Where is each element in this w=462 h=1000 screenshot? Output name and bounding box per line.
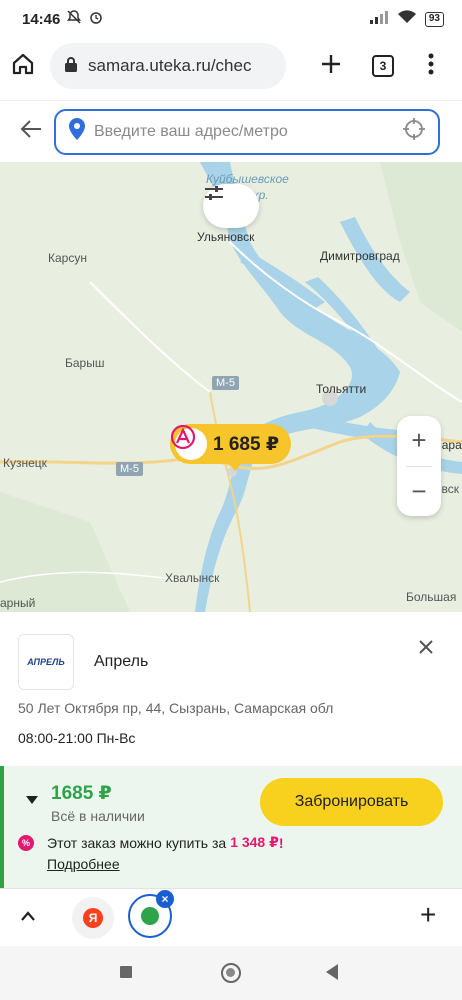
browser-bottom-panel: Я × + bbox=[0, 888, 462, 946]
home-icon[interactable] bbox=[10, 51, 36, 82]
back-nav-icon[interactable] bbox=[326, 964, 338, 980]
pharmacy-logo: АПРЕЛЬ bbox=[18, 634, 74, 690]
map-label-khvalynsk: Хвалынск bbox=[165, 571, 220, 585]
pharmacy-name: Апрель bbox=[94, 653, 149, 670]
address-search-row bbox=[0, 100, 462, 162]
back-arrow-icon[interactable] bbox=[20, 120, 42, 143]
address-bar[interactable]: samara.uteka.ru/chec bbox=[50, 43, 286, 89]
yandex-tab-button[interactable]: Я bbox=[72, 897, 114, 939]
more-details-link[interactable]: Подробнее bbox=[47, 856, 120, 872]
expand-caret-icon[interactable] bbox=[26, 796, 38, 804]
map-label-bolshaya: Большая bbox=[406, 590, 457, 604]
lock-icon bbox=[64, 56, 78, 77]
pharmacy-address: 50 Лет Октября пр, 44, Сызрань, Самарска… bbox=[18, 700, 334, 716]
pharmacy-card: АПРЕЛЬ Апрель 50 Лет Октября пр, 44, Сыз… bbox=[0, 612, 462, 762]
yandex-logo-icon: Я bbox=[83, 908, 103, 928]
offer-price: 1685 ₽ bbox=[51, 783, 112, 804]
close-card-icon[interactable] bbox=[418, 636, 434, 660]
add-tab-icon[interactable]: + bbox=[420, 899, 436, 931]
road-badge-m5-west: М-5 bbox=[116, 462, 143, 476]
tab-switcher-button[interactable]: 3 bbox=[372, 55, 394, 77]
zoom-controls: + − bbox=[397, 416, 441, 516]
recents-icon[interactable] bbox=[120, 966, 132, 978]
address-search-field[interactable] bbox=[54, 108, 440, 155]
stock-status: Всё в наличии bbox=[51, 808, 145, 824]
map-label-left-edge: арный bbox=[0, 596, 36, 610]
pharmacy-logo-text: АПРЕЛЬ bbox=[27, 657, 65, 667]
map-label-togliatti: Тольятти bbox=[316, 382, 367, 396]
silent-icon bbox=[66, 9, 82, 29]
promo-suffix: ! bbox=[278, 834, 284, 851]
promo-text: Этот заказ можно купить за bbox=[47, 834, 227, 851]
url-text: samara.uteka.ru/chec bbox=[88, 56, 252, 75]
signal-icon bbox=[369, 10, 389, 28]
map-view[interactable]: Куйбышевское вдхр. Ульяновск Карсун Дими… bbox=[0, 162, 462, 612]
menu-icon[interactable] bbox=[428, 53, 434, 80]
book-button[interactable]: Забронировать bbox=[260, 778, 443, 826]
address-input[interactable] bbox=[94, 122, 402, 141]
zoom-out-button[interactable]: − bbox=[397, 467, 441, 517]
chevron-up-icon[interactable] bbox=[20, 905, 36, 928]
road-badge-m5-north: М-5 bbox=[212, 376, 239, 390]
discount-percent-icon: % bbox=[18, 834, 34, 851]
new-tab-icon[interactable] bbox=[320, 53, 342, 80]
promo-row: % Этот заказ можно купить за 1 348 ₽ ! bbox=[18, 834, 284, 851]
pharmacy-price-marker[interactable]: 1 685 ₽ bbox=[170, 424, 292, 471]
april-pharmacy-logo-icon bbox=[170, 424, 207, 460]
alarm-icon bbox=[88, 9, 104, 29]
wifi-icon bbox=[397, 10, 417, 28]
status-time: 14:46 bbox=[22, 10, 61, 28]
system-nav-bar bbox=[0, 946, 462, 1000]
map-label-karsun: Карсун bbox=[48, 251, 87, 265]
home-nav-icon[interactable] bbox=[221, 963, 241, 983]
battery-indicator: 93 bbox=[424, 11, 444, 27]
map-label-ulyanovsk: Ульяновск bbox=[197, 230, 255, 244]
pharmacy-hours: 08:00-21:00 Пн-Вс bbox=[18, 730, 136, 746]
geolocation-icon[interactable] bbox=[402, 117, 426, 146]
close-tab-icon[interactable]: × bbox=[156, 890, 174, 908]
zoom-in-button[interactable]: + bbox=[397, 416, 441, 466]
map-filter-button[interactable] bbox=[203, 184, 259, 228]
status-bar: 14:46 93 bbox=[0, 0, 462, 38]
map-label-dimitrovgrad: Димитровград bbox=[320, 249, 400, 263]
promo-amount: 1 348 ₽ bbox=[230, 834, 279, 850]
offer-panel: 1685 ₽ Всё в наличии Забронировать % Это… bbox=[0, 766, 462, 888]
map-label-barysh: Барыш bbox=[65, 356, 105, 370]
active-site-icon bbox=[141, 907, 159, 925]
marker-price: 1 685 ₽ bbox=[213, 433, 280, 455]
location-pin-icon bbox=[68, 117, 86, 146]
browser-toolbar: samara.uteka.ru/chec 3 bbox=[0, 38, 462, 94]
map-label-kuznetsk: Кузнецк bbox=[3, 456, 47, 470]
